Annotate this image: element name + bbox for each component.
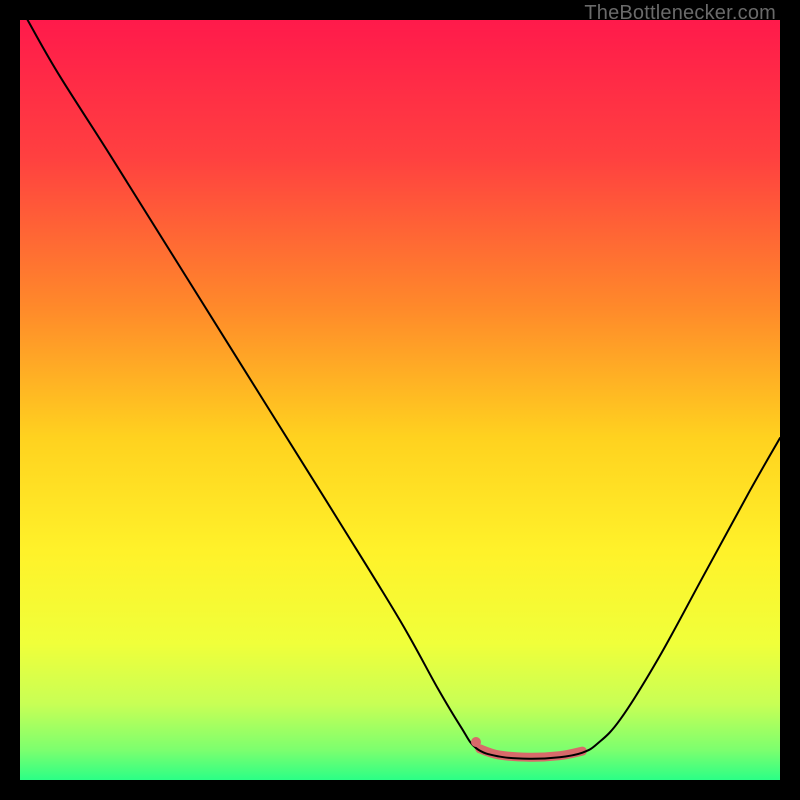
chart-background xyxy=(20,20,780,780)
watermark-text: TheBottleneсker.com xyxy=(584,2,776,25)
bottleneck-chart xyxy=(20,20,780,780)
chart-frame xyxy=(20,20,780,780)
markers-layer xyxy=(471,737,481,747)
optimal-start-dot xyxy=(471,737,481,747)
